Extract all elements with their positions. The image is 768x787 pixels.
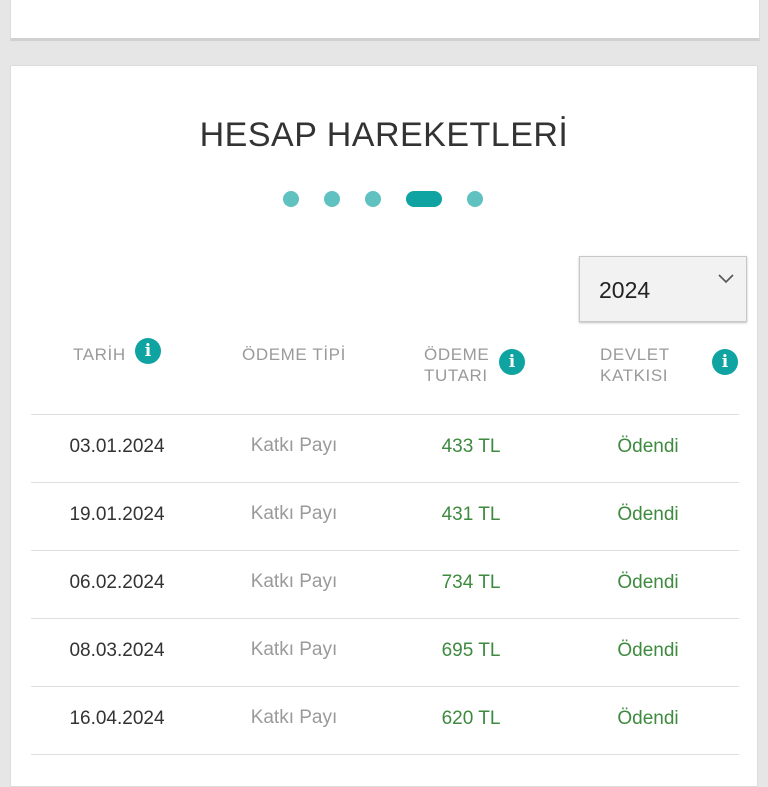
chevron-down-icon <box>718 274 734 284</box>
row-5-type: Katkı Payı <box>250 707 338 728</box>
header-state-contribution-line2: KATKISI <box>600 366 669 385</box>
header-state-contribution: DEVLET KATKISI <box>600 344 670 386</box>
pager-dot-3[interactable] <box>365 191 381 207</box>
row-4-amount: 695 TL <box>441 640 501 661</box>
row-5-amount: 620 TL <box>441 708 501 729</box>
row-5-date: 16.04.2024 <box>69 708 165 729</box>
pager-dot-4-active[interactable] <box>406 191 442 207</box>
section-title: HESAP HAREKETLERİ <box>199 116 569 154</box>
header-payment-amount: ÖDEME TUTARI <box>424 344 489 386</box>
table-divider <box>31 550 739 551</box>
row-3-date: 06.02.2024 <box>69 572 165 593</box>
row-1-date: 03.01.2024 <box>69 436 165 457</box>
year-select-value: 2024 <box>599 277 651 303</box>
row-4-status: Ödendi <box>617 640 679 661</box>
header-payment-amount-line1: ÖDEME <box>424 345 490 364</box>
row-3-type: Katkı Payı <box>250 571 338 592</box>
pager-dot-1[interactable] <box>283 191 299 207</box>
date-info-icon[interactable]: i <box>135 338 161 364</box>
row-4-date: 08.03.2024 <box>69 640 165 661</box>
row-2-status: Ödendi <box>617 504 679 525</box>
header-payment-type-label: ÖDEME TİPİ <box>242 345 346 364</box>
account-transactions-card: HESAP HAREKETLERİ 2024 TARİH i ÖDEME TİP… <box>10 65 758 787</box>
header-payment-type: ÖDEME TİPİ <box>242 344 346 365</box>
carousel-pager <box>283 190 503 208</box>
row-3-amount: 734 TL <box>441 572 501 593</box>
state-contribution-info-icon[interactable]: i <box>712 349 738 375</box>
header-payment-amount-line2: TUTARI <box>424 366 488 385</box>
table-divider <box>31 618 739 619</box>
pager-dot-5[interactable] <box>467 191 483 207</box>
row-1-type: Katkı Payı <box>250 435 338 456</box>
pager-dot-2[interactable] <box>324 191 340 207</box>
row-2-date: 19.01.2024 <box>69 504 165 525</box>
header-state-contribution-line1: DEVLET <box>600 345 670 364</box>
header-date-label: TARİH <box>73 345 126 364</box>
table-divider <box>31 754 739 755</box>
row-1-status: Ödendi <box>617 436 679 457</box>
year-select[interactable]: 2024 <box>579 256 747 322</box>
row-1-amount: 433 TL <box>441 436 501 457</box>
table-divider <box>31 482 739 483</box>
previous-card <box>10 0 760 41</box>
header-date: TARİH <box>73 344 126 365</box>
row-2-type: Katkı Payı <box>250 503 338 524</box>
row-4-type: Katkı Payı <box>250 639 338 660</box>
table-divider <box>31 414 739 415</box>
row-5-status: Ödendi <box>617 708 679 729</box>
row-2-amount: 431 TL <box>441 504 501 525</box>
table-divider <box>31 686 739 687</box>
row-3-status: Ödendi <box>617 572 679 593</box>
amount-info-icon[interactable]: i <box>499 349 525 375</box>
